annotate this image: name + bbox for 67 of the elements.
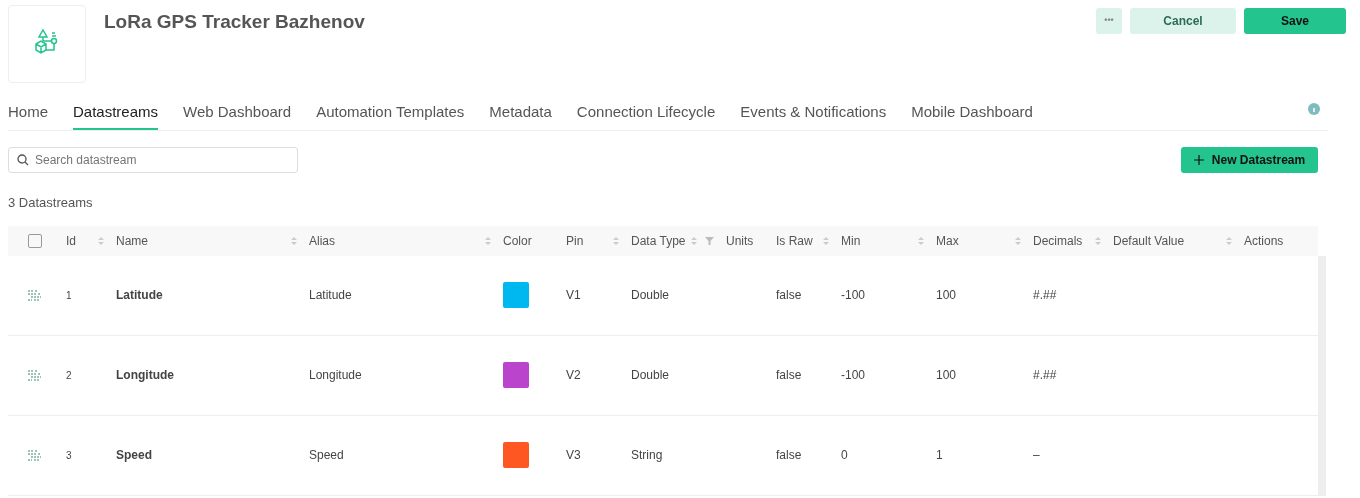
name-cell: Longitude	[110, 335, 303, 416]
search-field[interactable]: Search datastream	[8, 147, 298, 173]
plus-icon	[1193, 155, 1204, 165]
max-cell: 100	[930, 335, 1027, 416]
tab[interactable]: Connection Lifecycle	[576, 97, 716, 130]
alias-cell: Speed	[303, 415, 497, 495]
product-title: LoRa GPS Tracker Bazhenov	[104, 10, 366, 34]
sort-icon[interactable]	[691, 235, 697, 246]
filter-icon[interactable]	[705, 236, 714, 245]
name-cell: Latitude	[110, 255, 303, 336]
column-header[interactable]: Pin	[566, 231, 584, 250]
new-datastream-button[interactable]: New Datastream	[1181, 147, 1318, 173]
column-header[interactable]: Alias	[309, 231, 335, 250]
sort-icon[interactable]	[823, 235, 829, 246]
pin-cell: V3	[560, 415, 625, 495]
sort-icon[interactable]	[613, 235, 619, 246]
decimals-cell: #.##	[1027, 335, 1107, 416]
is-raw-cell: false	[770, 415, 835, 495]
sort-icon[interactable]	[98, 235, 104, 246]
tab[interactable]: Mobile Dashboard	[911, 97, 1033, 130]
max-cell: 100	[930, 255, 1027, 336]
name-cell: Speed	[110, 415, 303, 495]
tab[interactable]: Home	[8, 97, 48, 130]
datastream-count: 3 Datastreams	[8, 194, 94, 212]
decimals-cell: #.##	[1027, 255, 1107, 336]
data-type-cell: String	[625, 415, 720, 495]
id-cell: 2	[60, 335, 110, 416]
tab[interactable]: Web Dashboard	[183, 97, 292, 130]
tab[interactable]: Events & Notifications	[740, 97, 887, 130]
select-all-checkbox[interactable]	[28, 233, 42, 248]
id-cell: 1	[60, 255, 110, 336]
tab[interactable]: Automation Templates	[316, 97, 465, 130]
datastream-icon	[28, 370, 41, 383]
tab[interactable]: Datastreams	[73, 97, 159, 130]
sort-icon[interactable]	[918, 235, 924, 246]
data-type-cell: Double	[625, 255, 720, 336]
sort-icon[interactable]	[485, 235, 491, 246]
decimals-cell: –	[1027, 415, 1107, 495]
column-header: Units	[726, 232, 754, 250]
max-cell: 1	[930, 415, 1027, 495]
column-header[interactable]: Max	[936, 231, 959, 250]
column-header[interactable]: Min	[841, 231, 861, 250]
sort-icon[interactable]	[1095, 235, 1101, 246]
column-header[interactable]: Id	[66, 231, 76, 250]
pin-cell: V1	[560, 255, 625, 336]
data-type-cell: Double	[625, 335, 720, 416]
min-cell: -100	[835, 255, 930, 336]
column-header: Actions	[1244, 232, 1284, 250]
cancel-button[interactable]: Cancel	[1130, 8, 1236, 34]
column-header: Color	[503, 232, 532, 250]
is-raw-cell: false	[770, 335, 835, 416]
datastream-icon	[28, 449, 41, 462]
sort-icon[interactable]	[1015, 235, 1021, 246]
pin-cell: V2	[560, 335, 625, 416]
column-header[interactable]: Name	[116, 231, 148, 250]
is-raw-cell: false	[770, 255, 835, 336]
alias-cell: Longitude	[303, 335, 497, 416]
alias-cell: Latitude	[303, 255, 497, 336]
save-button[interactable]: Save	[1244, 8, 1346, 34]
info-icon[interactable]	[1308, 103, 1320, 115]
datastream-icon	[28, 290, 41, 302]
min-cell: 0	[835, 415, 930, 495]
min-cell: -100	[835, 335, 930, 416]
id-cell: 3	[60, 415, 110, 495]
sort-icon[interactable]	[1226, 235, 1232, 246]
sort-icon[interactable]	[291, 235, 297, 246]
tab[interactable]: Metadata	[489, 97, 552, 130]
